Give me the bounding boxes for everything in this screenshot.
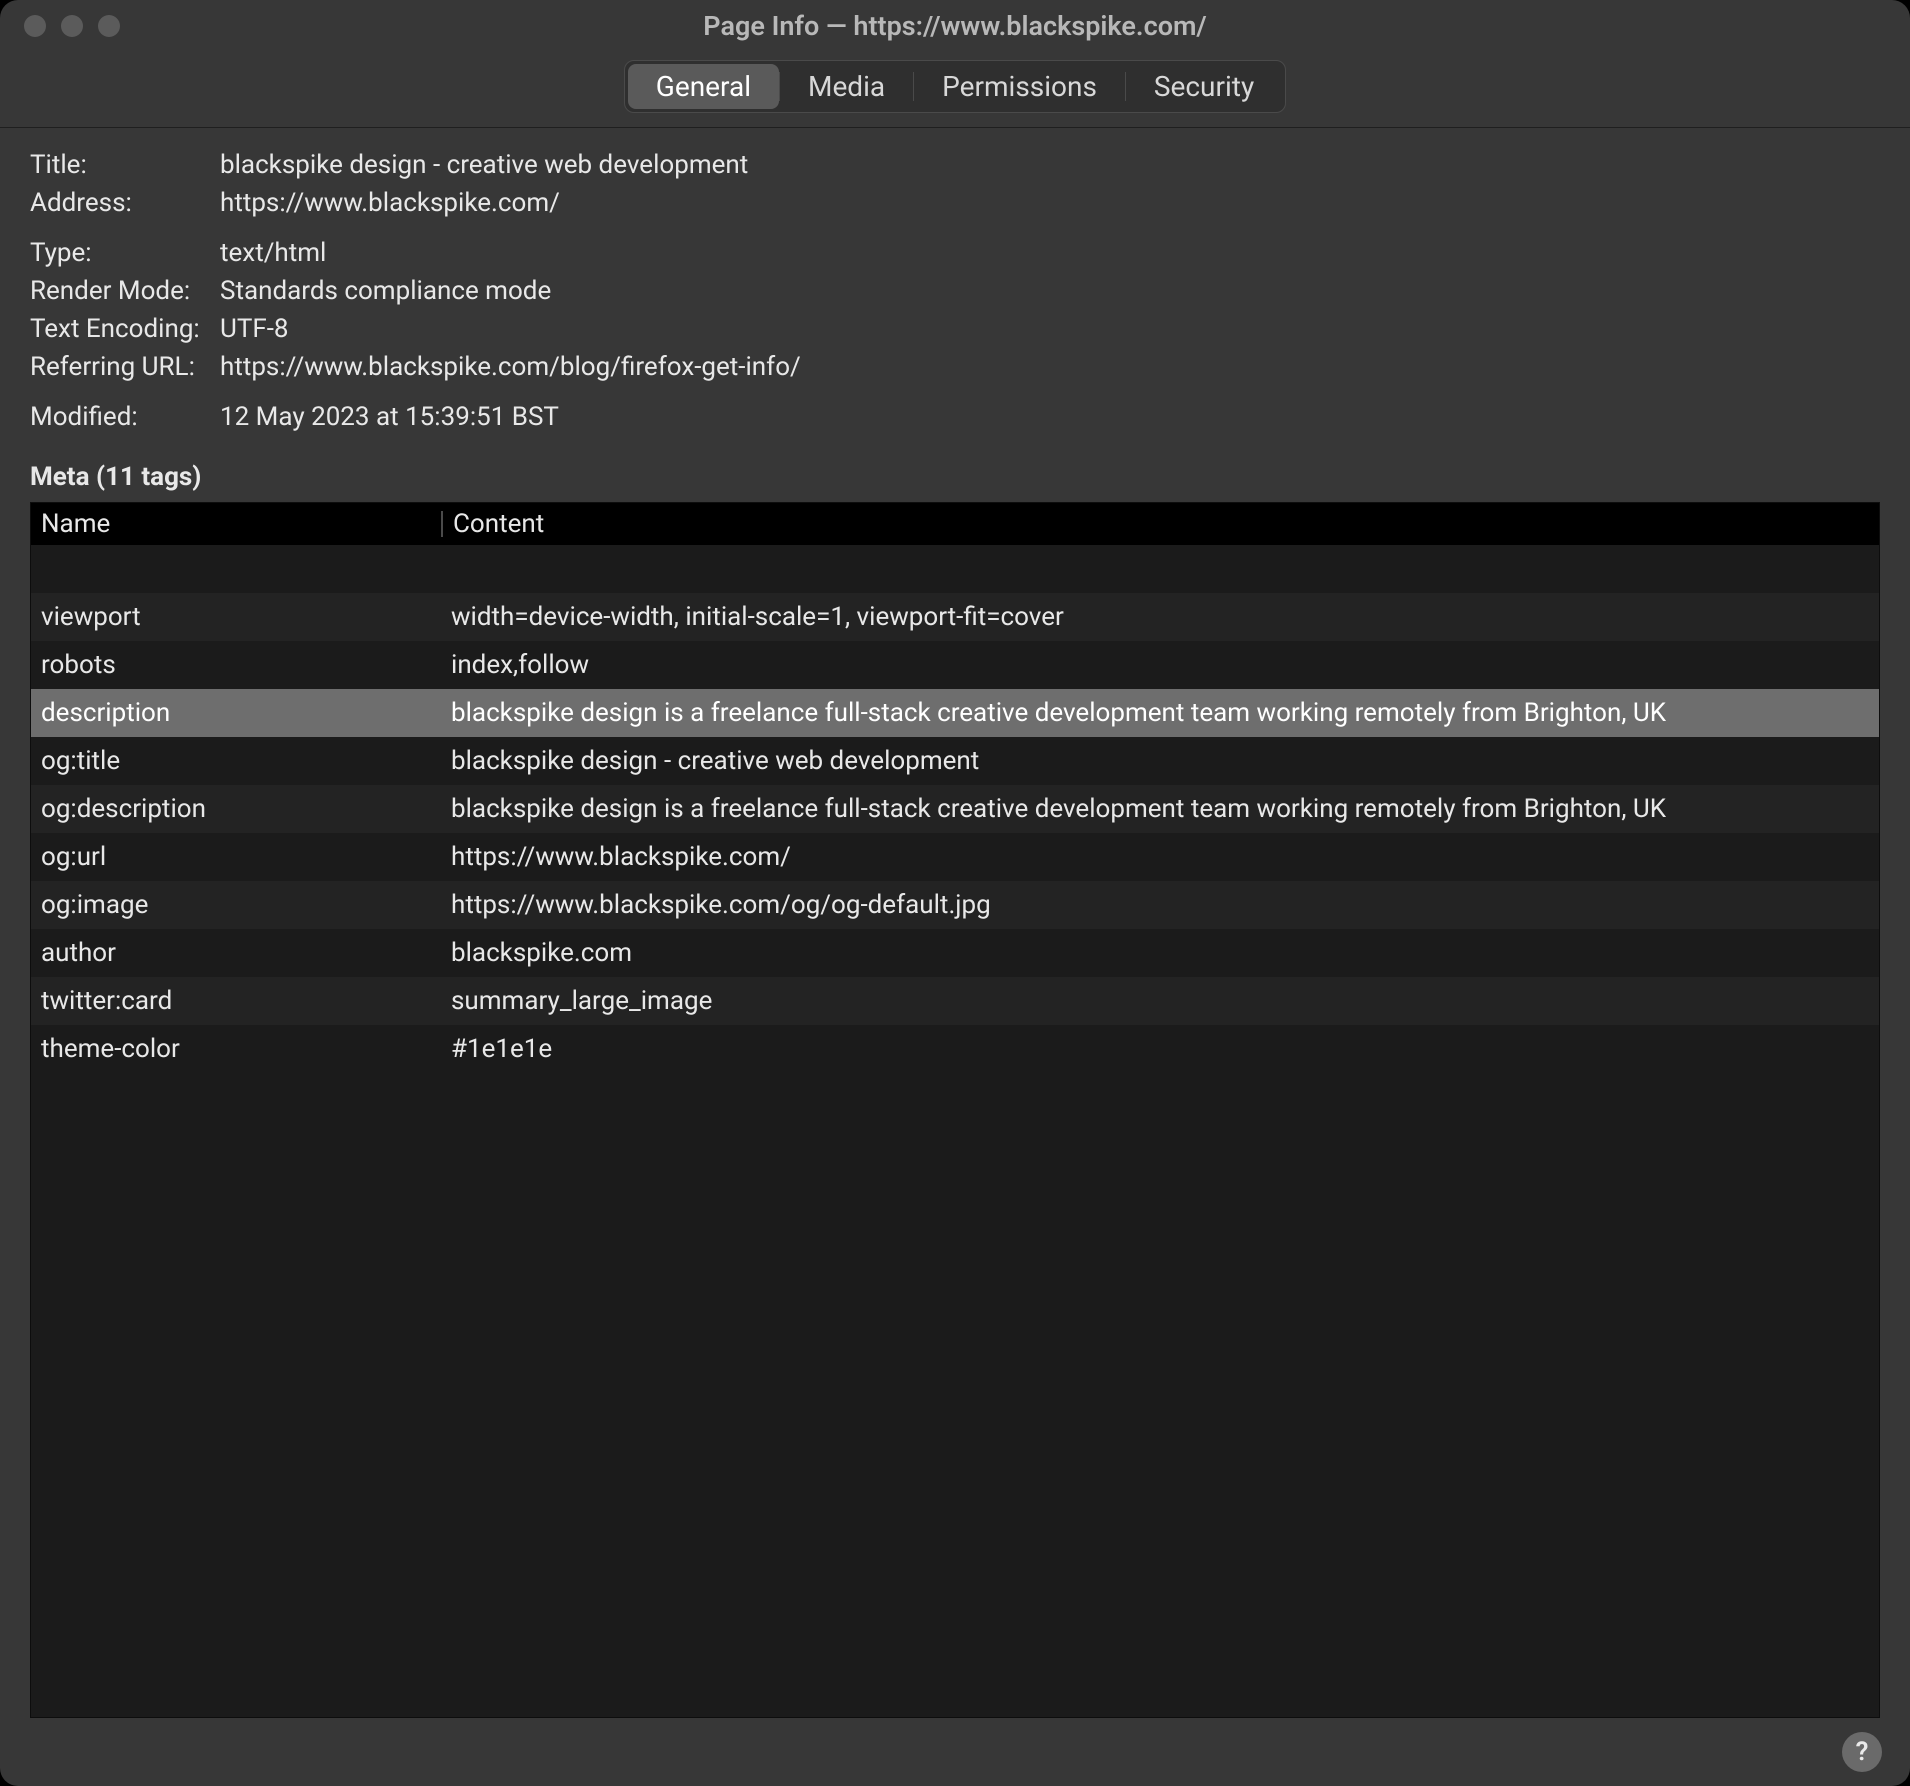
table-row[interactable]: twitter:cardsummary_large_image: [31, 977, 1879, 1025]
table-row[interactable]: og:urlhttps://www.blackspike.com/: [31, 833, 1879, 881]
value-title: blackspike design - creative web develop…: [220, 150, 1880, 180]
table-body[interactable]: viewportwidth=device-width, initial-scal…: [31, 545, 1879, 1717]
meta-section-header: Meta (11 tags): [30, 462, 1880, 492]
table-row[interactable]: og:descriptionblackspike design is a fre…: [31, 785, 1879, 833]
cell-content: index,follow: [441, 650, 1879, 680]
window-title: Page Info — https://www.blackspike.com/: [703, 10, 1206, 42]
table-row[interactable]: [31, 545, 1879, 593]
footer: ?: [0, 1718, 1910, 1786]
label-title: Title:: [30, 150, 210, 180]
cell-name: theme-color: [31, 1034, 441, 1064]
cell-content: blackspike design - creative web develop…: [441, 746, 1879, 776]
tab-general[interactable]: General: [628, 64, 779, 109]
tab-permissions[interactable]: Permissions: [914, 64, 1125, 109]
cell-name: og:image: [31, 890, 441, 920]
table-row[interactable]: theme-color#1e1e1e: [31, 1025, 1879, 1073]
cell-content: summary_large_image: [441, 986, 1879, 1016]
table-row[interactable]: robotsindex,follow: [31, 641, 1879, 689]
cell-name: twitter:card: [31, 986, 441, 1016]
value-text-encoding: UTF-8: [220, 314, 1880, 344]
page-info-window: Page Info — https://www.blackspike.com/ …: [0, 0, 1910, 1786]
cell-name: og:title: [31, 746, 441, 776]
label-render-mode: Render Mode:: [30, 276, 210, 306]
tab-security[interactable]: Security: [1126, 64, 1282, 109]
label-type: Type:: [30, 238, 210, 268]
value-referring-url: https://www.blackspike.com/blog/firefox-…: [220, 352, 1880, 382]
table-row[interactable]: descriptionblackspike design is a freela…: [31, 689, 1879, 737]
question-mark-icon: ?: [1856, 1737, 1869, 1767]
cell-content: https://www.blackspike.com/og/og-default…: [441, 890, 1879, 920]
help-button[interactable]: ?: [1842, 1732, 1882, 1772]
table-row[interactable]: authorblackspike.com: [31, 929, 1879, 977]
table-row[interactable]: og:imagehttps://www.blackspike.com/og/og…: [31, 881, 1879, 929]
cell-name: description: [31, 698, 441, 728]
label-modified: Modified:: [30, 402, 210, 432]
label-address: Address:: [30, 188, 210, 218]
info-grid: Title: blackspike design - creative web …: [30, 150, 1880, 432]
table-row[interactable]: og:titleblackspike design - creative web…: [31, 737, 1879, 785]
minimize-window-button[interactable]: [61, 15, 83, 37]
cell-name: viewport: [31, 602, 441, 632]
table-row[interactable]: viewportwidth=device-width, initial-scal…: [31, 593, 1879, 641]
cell-content: blackspike.com: [441, 938, 1879, 968]
zoom-window-button[interactable]: [98, 15, 120, 37]
cell-content: #1e1e1e: [441, 1034, 1879, 1064]
close-window-button[interactable]: [24, 15, 46, 37]
content-area: Title: blackspike design - creative web …: [0, 128, 1910, 1718]
cell-content: https://www.blackspike.com/: [441, 842, 1879, 872]
column-header-name[interactable]: Name: [31, 509, 441, 539]
meta-table: Name Content viewportwidth=device-width,…: [30, 502, 1880, 1718]
tabbar: General Media Permissions Security: [0, 52, 1910, 128]
spacer: [30, 390, 1880, 394]
cell-name: og:url: [31, 842, 441, 872]
tab-media[interactable]: Media: [780, 64, 913, 109]
cell-name: author: [31, 938, 441, 968]
value-address: https://www.blackspike.com/: [220, 188, 1880, 218]
spacer: [30, 226, 1880, 230]
value-modified: 12 May 2023 at 15:39:51 BST: [220, 402, 1880, 432]
table-header-row: Name Content: [31, 503, 1879, 545]
cell-content: width=device-width, initial-scale=1, vie…: [441, 602, 1879, 632]
value-render-mode: Standards compliance mode: [220, 276, 1880, 306]
cell-name: og:description: [31, 794, 441, 824]
window-controls: [24, 15, 120, 37]
titlebar: Page Info — https://www.blackspike.com/: [0, 0, 1910, 52]
cell-content: blackspike design is a freelance full-st…: [441, 794, 1879, 824]
segmented-control: General Media Permissions Security: [624, 60, 1286, 113]
cell-name: robots: [31, 650, 441, 680]
cell-content: blackspike design is a freelance full-st…: [441, 698, 1879, 728]
label-referring-url: Referring URL:: [30, 352, 210, 382]
label-text-encoding: Text Encoding:: [30, 314, 210, 344]
column-header-content[interactable]: Content: [443, 509, 1879, 539]
value-type: text/html: [220, 238, 1880, 268]
